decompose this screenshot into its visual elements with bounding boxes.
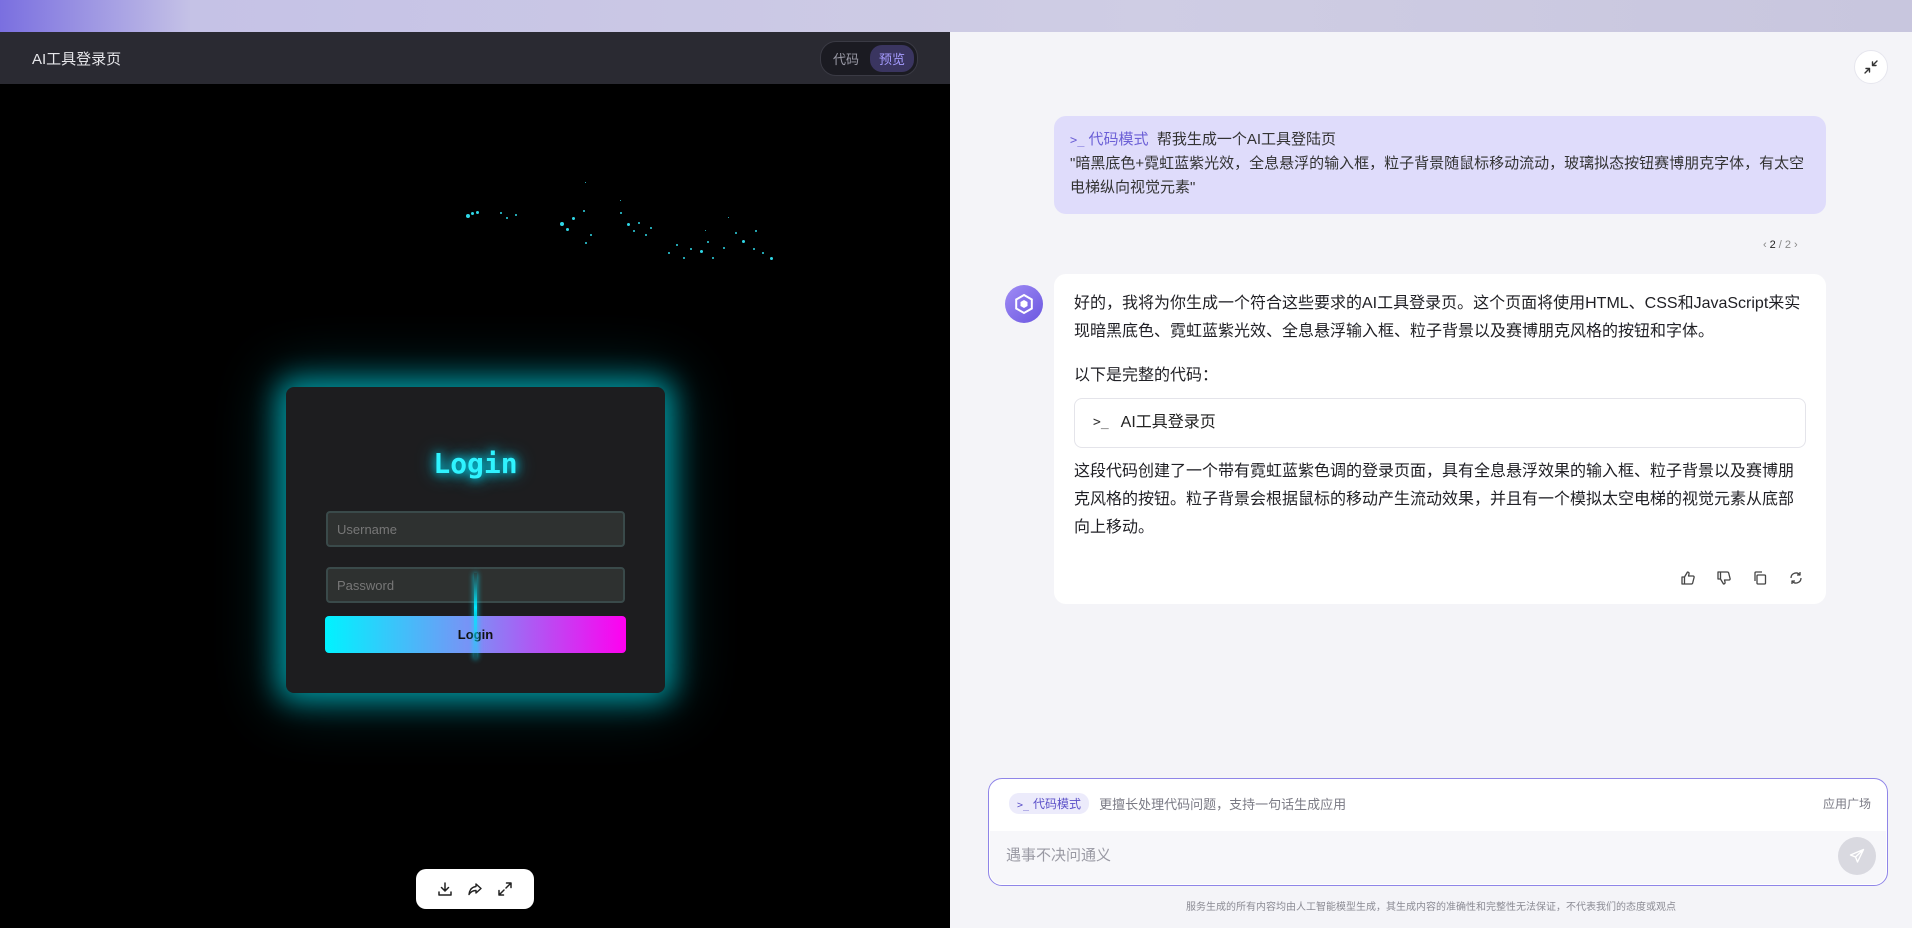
assistant-intro: 好的，我将为你生成一个符合这些要求的AI工具登录页。这个页面将使用HTML、CS… — [1074, 295, 1801, 340]
particle-dot — [515, 214, 517, 216]
username-placeholder: Username — [337, 521, 397, 537]
particle-dot — [650, 227, 652, 229]
particle-dot — [762, 252, 764, 254]
message-composer: >_ 代码模式 更擅长处理代码问题，支持一句话生成应用 应用广场 — [988, 778, 1888, 886]
particle-dot — [585, 242, 587, 244]
particle-dot — [683, 257, 685, 259]
terminal-icon: >_ — [1070, 133, 1085, 147]
send-icon — [1849, 848, 1865, 863]
pager-total: 2 — [1784, 239, 1791, 251]
collapse-button[interactable] — [1854, 50, 1888, 84]
particle-dot — [572, 217, 575, 220]
particle-dot — [723, 247, 725, 249]
login-card: Login Username Password Login — [286, 387, 665, 693]
copy-icon[interactable] — [1750, 568, 1770, 588]
composer-input-area — [990, 831, 1886, 884]
send-button[interactable] — [1838, 837, 1876, 875]
code-mode-tag: >_ 代码模式 — [1070, 131, 1149, 148]
assistant-avatar — [1005, 285, 1043, 323]
fullscreen-icon[interactable] — [495, 879, 515, 899]
particle-dot — [707, 241, 709, 243]
composer-header: >_ 代码模式 更擅长处理代码问题，支持一句话生成应用 应用广场 — [1009, 792, 1871, 814]
composer-hint: 更擅长处理代码问题，支持一句话生成应用 — [1099, 796, 1347, 812]
composer-mode-chip[interactable]: >_ 代码模式 — [1009, 792, 1090, 814]
preview-pane: AI工具登录页 代码 预览 Login Username Password Lo… — [0, 32, 950, 928]
username-input[interactable]: Username — [326, 511, 625, 547]
preview-title: AI工具登录页 — [32, 50, 122, 68]
response-pager: ‹ 2 / 2 › — [1763, 239, 1798, 251]
terminal-icon: >_ — [1017, 799, 1030, 811]
particle-dot — [471, 212, 474, 215]
particle-dot — [620, 212, 622, 214]
pager-current: 2 — [1769, 239, 1776, 251]
code-artifact-card[interactable]: >_ AI工具登录页 — [1074, 398, 1806, 448]
user-message: >_ 代码模式 帮我生成一个AI工具登陆页 "暗黑底色+霓虹蓝紫光效，全息悬浮的输… — [1054, 116, 1826, 214]
terminal-icon: >_ — [1093, 415, 1109, 430]
space-elevator-beam — [474, 573, 477, 659]
assistant-lead: 以下是完整的代码： — [1074, 367, 1219, 384]
assistant-message: 好的，我将为你生成一个符合这些要求的AI工具登录页。这个页面将使用HTML、CS… — [1054, 274, 1826, 604]
particle-dot — [627, 223, 630, 226]
particle-dot — [620, 200, 621, 201]
password-placeholder: Password — [337, 577, 395, 593]
particle-dot — [566, 228, 569, 231]
particle-dot — [712, 257, 714, 259]
chat-input[interactable] — [1006, 847, 1826, 864]
thumbs-down-icon[interactable] — [1714, 568, 1734, 588]
message-actions — [1678, 568, 1806, 588]
pager-prev-icon[interactable]: ‹ — [1763, 239, 1767, 251]
particle-dot — [753, 248, 755, 250]
particle-dot — [645, 234, 647, 236]
preview-canvas: Login Username Password Login — [0, 84, 950, 928]
user-message-line1: >_ 代码模式 帮我生成一个AI工具登陆页 — [1070, 131, 1336, 148]
particle-dot — [668, 252, 670, 254]
particle-dot — [560, 222, 564, 226]
pager-next-icon[interactable]: › — [1794, 239, 1798, 251]
particle-dot — [742, 240, 745, 243]
user-message-line2: "暗黑底色+霓虹蓝紫光效，全息悬浮的输入框，粒子背景随鼠标移动流动，玻璃拟态按钮… — [1070, 155, 1805, 196]
particle-dot — [506, 217, 508, 219]
particle-dot — [755, 230, 757, 232]
particle-dot — [735, 232, 737, 234]
assistant-summary: 这段代码创建了一个带有霓虹蓝紫色调的登录页面，具有全息悬浮效果的输入框、粒子背景… — [1074, 463, 1795, 536]
assistant-logo-icon — [1015, 293, 1033, 315]
thumbs-up-icon[interactable] — [1678, 568, 1698, 588]
share-icon[interactable] — [465, 879, 485, 899]
preview-header: AI工具登录页 代码 预览 — [0, 32, 950, 84]
download-icon[interactable] — [435, 879, 455, 899]
collapse-icon — [1864, 60, 1878, 74]
particle-dot — [638, 222, 640, 224]
regenerate-icon[interactable] — [1786, 568, 1806, 588]
preview-toolbar — [416, 869, 534, 909]
particle-dot — [590, 234, 592, 236]
particle-dot — [705, 230, 706, 231]
code-artifact-title: AI工具登录页 — [1120, 414, 1216, 431]
particle-dot — [728, 217, 729, 218]
particle-dot — [583, 210, 585, 212]
particle-dot — [633, 230, 635, 232]
particle-dot — [770, 257, 773, 260]
particle-dot — [500, 212, 502, 214]
disclaimer-text: 服务生成的所有内容均由人工智能模型生成，其生成内容的准确性和完整性无法保证，不代… — [1186, 902, 1676, 913]
particle-dot — [476, 211, 479, 214]
tab-preview[interactable]: 预览 — [869, 44, 914, 72]
app-plaza-link[interactable]: 应用广场 — [1823, 795, 1871, 812]
particle-dot — [676, 244, 678, 246]
login-heading: Login — [433, 447, 518, 480]
tab-code[interactable]: 代码 — [824, 45, 868, 72]
particle-dot — [466, 214, 470, 218]
particle-dot — [690, 248, 692, 250]
mode-toggle: 代码 预览 — [819, 40, 918, 76]
chat-pane: >_ 代码模式 帮我生成一个AI工具登陆页 "暗黑底色+霓虹蓝紫光效，全息悬浮的输… — [950, 32, 1912, 928]
particle-dot — [585, 182, 586, 183]
window-top-strip — [0, 0, 1912, 32]
particle-dot — [700, 250, 703, 253]
